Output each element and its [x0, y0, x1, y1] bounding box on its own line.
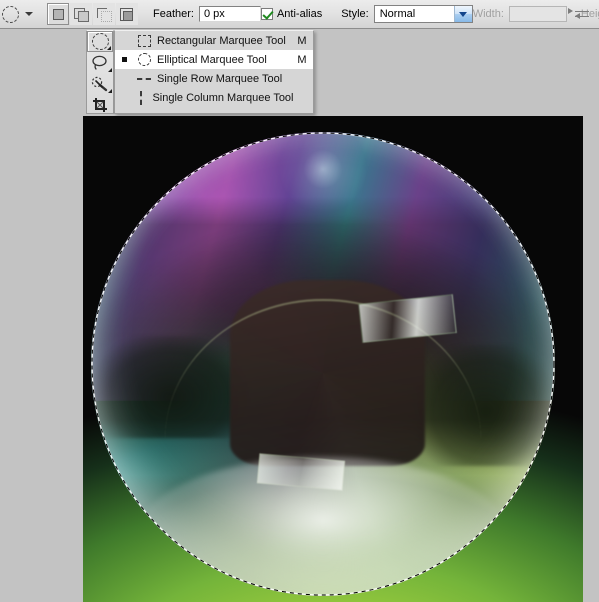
chevron-down-icon[interactable] — [453, 6, 472, 22]
intersect-selection-button[interactable] — [116, 3, 138, 25]
toolbox-item-crop-tool[interactable] — [87, 94, 113, 115]
bubble-photograph — [83, 116, 583, 602]
height-label: Height: — [580, 8, 599, 20]
document-canvas[interactable] — [83, 116, 583, 602]
width-label: Width: — [472, 8, 504, 20]
selected-bullet-icon — [117, 57, 131, 62]
lasso-icon — [92, 55, 107, 70]
selection-mode-group — [47, 3, 139, 25]
menu-item-label: Elliptical Marquee Tool — [157, 53, 267, 66]
width-input[interactable] — [508, 6, 567, 22]
tool-preset-chevron-down-icon[interactable] — [25, 12, 33, 16]
menu-item-elliptical-marquee-tool[interactable]: Elliptical Marquee Tool M — [115, 50, 313, 69]
style-select-value: Normal — [379, 8, 416, 20]
toolbox-item-quick-selection-tool[interactable] — [87, 73, 113, 94]
new-selection-icon — [52, 8, 64, 20]
bubble-specular-arc — [91, 132, 555, 596]
menu-item-rectangular-marquee-tool[interactable]: Rectangular Marquee Tool M — [115, 31, 313, 50]
subtract-from-selection-button[interactable] — [93, 3, 115, 25]
menu-item-single-row-marquee-tool[interactable]: Single Row Marquee Tool — [115, 69, 313, 88]
menu-item-shortcut: M — [297, 53, 307, 66]
toolbox-strip — [86, 30, 114, 114]
feather-label: Feather: — [153, 8, 194, 20]
current-tool-preview[interactable] — [2, 2, 19, 26]
single-row-marquee-icon — [131, 76, 157, 81]
crop-icon — [93, 97, 107, 112]
menu-item-label: Single Column Marquee Tool — [152, 91, 294, 104]
menu-item-shortcut: M — [297, 34, 307, 47]
checkbox-check-icon — [260, 8, 273, 20]
style-label: Style: — [341, 8, 369, 20]
options-bar: Feather: Anti-alias Style: Normal Width:… — [0, 0, 599, 29]
add-to-selection-icon — [74, 7, 89, 22]
elliptical-marquee-icon — [131, 53, 157, 66]
quick-selection-icon — [91, 76, 108, 91]
add-to-selection-button[interactable] — [70, 3, 92, 25]
single-column-marquee-icon — [129, 90, 152, 105]
flyout-triangle-icon — [107, 46, 111, 50]
rectangular-marquee-icon — [131, 34, 157, 47]
style-select[interactable]: Normal — [373, 5, 473, 23]
flyout-triangle-icon — [108, 89, 112, 93]
menu-item-label: Rectangular Marquee Tool — [157, 34, 286, 47]
subtract-from-selection-icon — [97, 7, 112, 22]
elliptical-marquee-icon — [91, 33, 109, 50]
new-selection-button[interactable] — [47, 3, 69, 25]
elliptical-marquee-icon — [2, 5, 19, 23]
marquee-tool-flyout-menu: Rectangular Marquee Tool M Elliptical Ma… — [114, 30, 314, 114]
toolbox-item-marquee-tool[interactable] — [87, 31, 113, 52]
feather-input[interactable] — [198, 6, 261, 22]
flyout-triangle-icon — [108, 68, 112, 72]
anti-alias-checkbox[interactable]: Anti-alias — [260, 8, 327, 20]
toolbox-item-lasso-tool[interactable] — [87, 52, 113, 73]
menu-item-label: Single Row Marquee Tool — [157, 72, 283, 85]
anti-alias-label: Anti-alias — [276, 8, 323, 20]
menu-item-single-column-marquee-tool[interactable]: Single Column Marquee Tool — [115, 88, 313, 107]
intersect-selection-icon — [120, 7, 134, 21]
